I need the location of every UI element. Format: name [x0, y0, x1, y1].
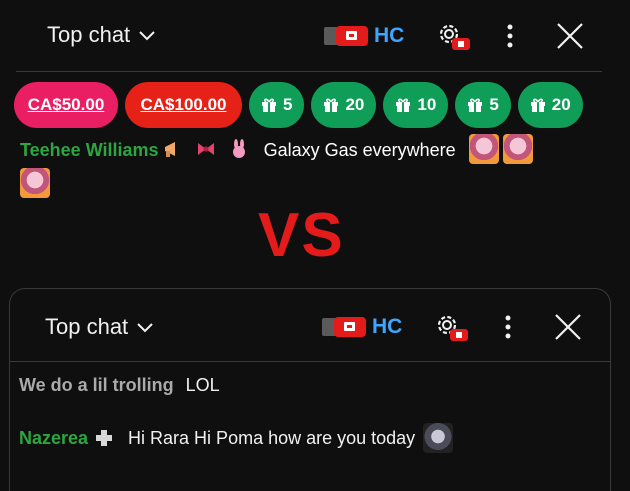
- bunny-badge-icon: [232, 139, 245, 158]
- gift-icon: [396, 98, 411, 112]
- chat-message: Nazerea Hi Rara Hi Poma how are you toda…: [19, 423, 454, 453]
- message-author[interactable]: Nazerea: [19, 428, 88, 449]
- extension-logo-icon: [322, 317, 366, 337]
- message-text: Hi Rara Hi Poma how are you today: [128, 427, 416, 448]
- custom-emoji-icon: [468, 134, 499, 164]
- ticker-gift[interactable]: 5: [455, 82, 511, 128]
- message-author[interactable]: Teehee Williams: [20, 140, 159, 160]
- extension-icon-button[interactable]: [324, 22, 370, 50]
- header-divider: [10, 361, 610, 362]
- ticker-gift-count: 20: [551, 95, 571, 114]
- chat-header: Top chat HC: [0, 0, 630, 72]
- chat-mode-dropdown[interactable]: Top chat: [47, 22, 156, 48]
- close-icon: [557, 23, 583, 49]
- custom-emoji-icon: [502, 134, 533, 164]
- hc-button[interactable]: HC: [372, 313, 402, 341]
- more-vert-icon: [507, 24, 513, 48]
- more-vert-icon: [505, 315, 511, 339]
- chat-mode-dropdown[interactable]: Top chat: [45, 314, 154, 340]
- ticker-gift[interactable]: 10: [383, 82, 449, 128]
- ticker-gift[interactable]: 20: [311, 82, 377, 128]
- message-text: LOL: [185, 375, 220, 395]
- gift-icon: [468, 98, 483, 112]
- gear-icon: [439, 24, 470, 50]
- ticker-gift[interactable]: 5: [249, 82, 305, 128]
- chevron-down-icon: [137, 323, 153, 333]
- chat-message: Teehee Williams Galaxy Gas everywhere: [20, 134, 610, 205]
- ticker-gift-count: 5: [489, 95, 499, 114]
- message-text: Galaxy Gas everywhere: [263, 140, 456, 160]
- ticker-superchat[interactable]: CA$50.00: [14, 82, 118, 128]
- settings-button[interactable]: [436, 20, 472, 52]
- custom-emoji-icon: [423, 423, 454, 453]
- ticker-amount: CA$50.00: [27, 95, 105, 114]
- ticker-gift[interactable]: 20: [517, 82, 583, 128]
- ticker-gift-count: 20: [345, 95, 365, 114]
- top-chat-panel: Top chat HC CA$50.00 CA$100.00 5 20 10 5…: [0, 0, 630, 215]
- bow-badge-icon: [197, 143, 214, 155]
- gear-icon: [437, 315, 468, 341]
- ticker-gift-count: 5: [283, 95, 293, 114]
- chat-mode-label: Top chat: [47, 22, 131, 47]
- settings-button[interactable]: [434, 311, 470, 343]
- extension-logo-icon: [324, 26, 368, 46]
- ticker-amount: CA$100.00: [140, 95, 227, 114]
- gift-icon: [530, 98, 545, 112]
- megaphone-badge-icon: [164, 142, 175, 157]
- close-button[interactable]: [552, 311, 584, 343]
- hc-button[interactable]: HC: [374, 22, 404, 50]
- message-author[interactable]: We do a lil trolling: [19, 375, 174, 395]
- close-icon: [555, 314, 581, 340]
- gift-icon: [324, 98, 339, 112]
- extension-icon-button[interactable]: [322, 313, 368, 341]
- chat-message: We do a lil trolling LOL: [19, 375, 220, 396]
- custom-emoji-icon: [20, 168, 50, 198]
- chat-header: Top chat HC: [10, 289, 610, 361]
- more-options-button[interactable]: [498, 311, 518, 343]
- header-divider: [16, 71, 602, 72]
- gift-icon: [262, 98, 276, 112]
- more-options-button[interactable]: [500, 20, 520, 52]
- chevron-down-icon: [139, 31, 155, 41]
- plus-badge-icon: [96, 430, 113, 446]
- ticker-gift-count: 10: [417, 95, 437, 114]
- vs-label: VS: [258, 201, 345, 270]
- ticker-superchat[interactable]: CA$100.00: [125, 82, 242, 128]
- chat-mode-label: Top chat: [45, 314, 129, 339]
- bottom-chat-panel: Top chat HC We do a lil trolling LOL Naz…: [9, 288, 611, 491]
- close-button[interactable]: [554, 20, 586, 52]
- ticker-bar: CA$50.00 CA$100.00 5 20 10 5 20: [14, 82, 583, 128]
